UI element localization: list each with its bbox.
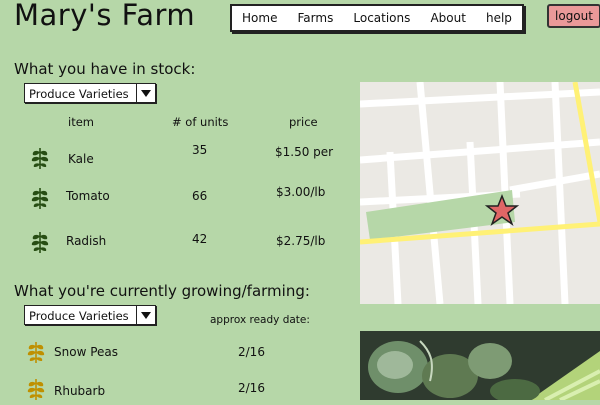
nav-home[interactable]: Home <box>242 11 277 25</box>
chevron-down-icon[interactable] <box>136 305 155 325</box>
app-title: Mary's Farm <box>14 0 196 32</box>
growing-section-title: What you're currently growing/farming: <box>14 282 310 300</box>
sprout-icon <box>26 340 46 364</box>
growing-row-item: Snow Peas <box>54 345 118 359</box>
growing-produce-dropdown[interactable]: Produce Varieties <box>24 305 156 325</box>
growing-row-item: Rhubarb <box>54 384 106 398</box>
growing-row-date: 2/16 <box>238 345 265 359</box>
nav-help[interactable]: help <box>486 11 512 25</box>
col-header-price: price <box>289 115 318 129</box>
stock-row-item: Tomato <box>66 189 110 203</box>
farm-location-map[interactable] <box>360 82 600 304</box>
stock-row-item: Radish <box>66 234 107 248</box>
top-nav: Home Farms Locations About help <box>230 4 524 32</box>
stock-row-price: $1.50 per <box>275 145 334 159</box>
stock-row-price: $2.75/lb <box>276 234 326 248</box>
col-header-item: item <box>68 115 94 129</box>
leaf-icon <box>30 230 50 254</box>
chevron-down-icon[interactable] <box>136 83 155 103</box>
nav-about[interactable]: About <box>430 11 465 25</box>
stock-row-units: 35 <box>192 143 208 157</box>
stock-row-units: 42 <box>192 232 208 246</box>
growing-dropdown-value: Produce Varieties <box>29 309 129 323</box>
produce-photo <box>360 331 600 400</box>
stock-section-title: What you have in stock: <box>14 60 196 78</box>
col-header-ready-date: approx ready date: <box>210 314 310 326</box>
stock-row-price: $3.00/lb <box>276 185 326 199</box>
stock-produce-dropdown[interactable]: Produce Varieties <box>24 83 156 103</box>
col-header-units: # of units <box>172 115 229 129</box>
sprout-icon <box>26 377 46 401</box>
stock-row-item: Kale <box>68 152 94 166</box>
logout-button[interactable]: logout <box>547 4 600 28</box>
leaf-icon <box>30 186 50 210</box>
nav-locations[interactable]: Locations <box>353 11 410 25</box>
growing-row-date: 2/16 <box>238 381 265 395</box>
stock-row-units: 66 <box>192 189 208 203</box>
leaf-icon <box>30 146 50 170</box>
nav-farms[interactable]: Farms <box>298 11 334 25</box>
stock-dropdown-value: Produce Varieties <box>29 87 129 101</box>
